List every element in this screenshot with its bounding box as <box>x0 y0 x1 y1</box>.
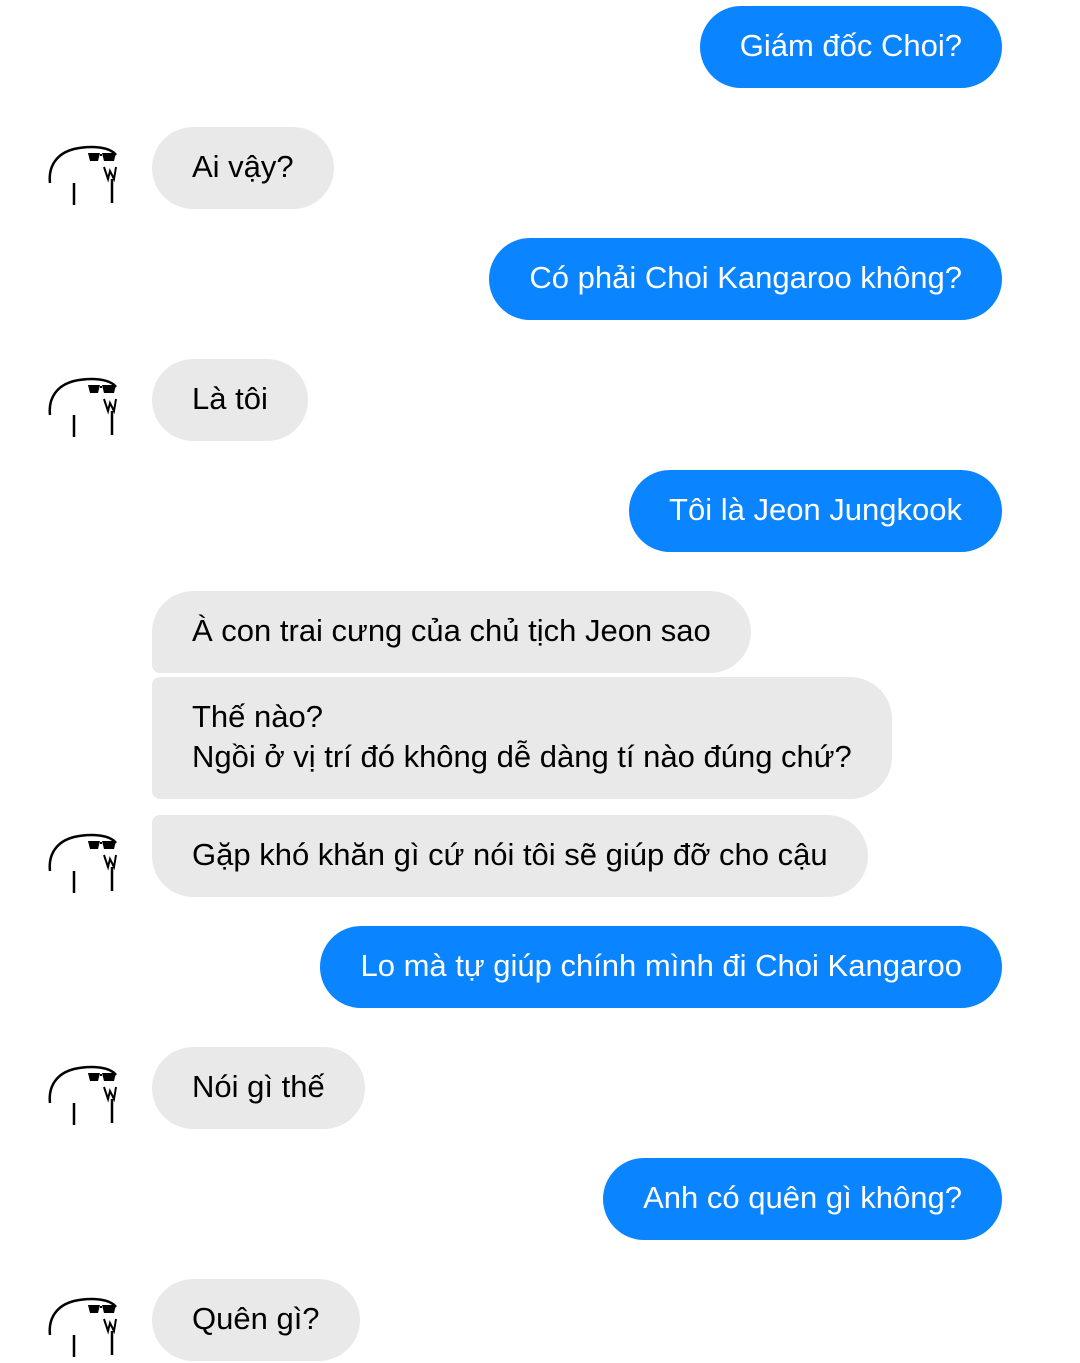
incoming-message-bubble[interactable]: Gặp khó khăn gì cứ nói tôi sẽ giúp đỡ ch… <box>152 815 868 897</box>
outgoing-message-bubble[interactable]: Lo mà tự giúp chính mình đi Choi Kangaro… <box>320 926 1002 1008</box>
contact-avatar-icon[interactable] <box>44 813 128 897</box>
incoming-message-bubble[interactable]: Là tôi <box>152 359 308 441</box>
outgoing-message-bubble[interactable]: Anh có quên gì không? <box>603 1158 1002 1240</box>
incoming-message-bubble[interactable]: Quên gì? <box>152 1279 360 1361</box>
contact-avatar-icon[interactable] <box>44 1045 128 1129</box>
contact-avatar-icon[interactable] <box>44 357 128 441</box>
incoming-message-bubble[interactable]: À con trai cưng của chủ tịch Jeon sao <box>152 591 751 673</box>
incoming-message-bubble[interactable]: Thế nào? Ngồi ở vị trí đó không dễ dàng … <box>152 677 892 799</box>
contact-avatar-icon[interactable] <box>44 1277 128 1361</box>
outgoing-message-bubble[interactable]: Có phải Choi Kangaroo không? <box>489 238 1002 320</box>
incoming-message-bubble[interactable]: Ai vậy? <box>152 127 334 209</box>
incoming-message-bubble[interactable]: Nói gì thế <box>152 1047 365 1129</box>
contact-avatar-icon[interactable] <box>44 125 128 209</box>
outgoing-message-bubble[interactable]: Giám đốc Choi? <box>699 6 1002 88</box>
outgoing-message-bubble[interactable]: Tôi là Jeon Jungkook <box>629 470 1002 552</box>
